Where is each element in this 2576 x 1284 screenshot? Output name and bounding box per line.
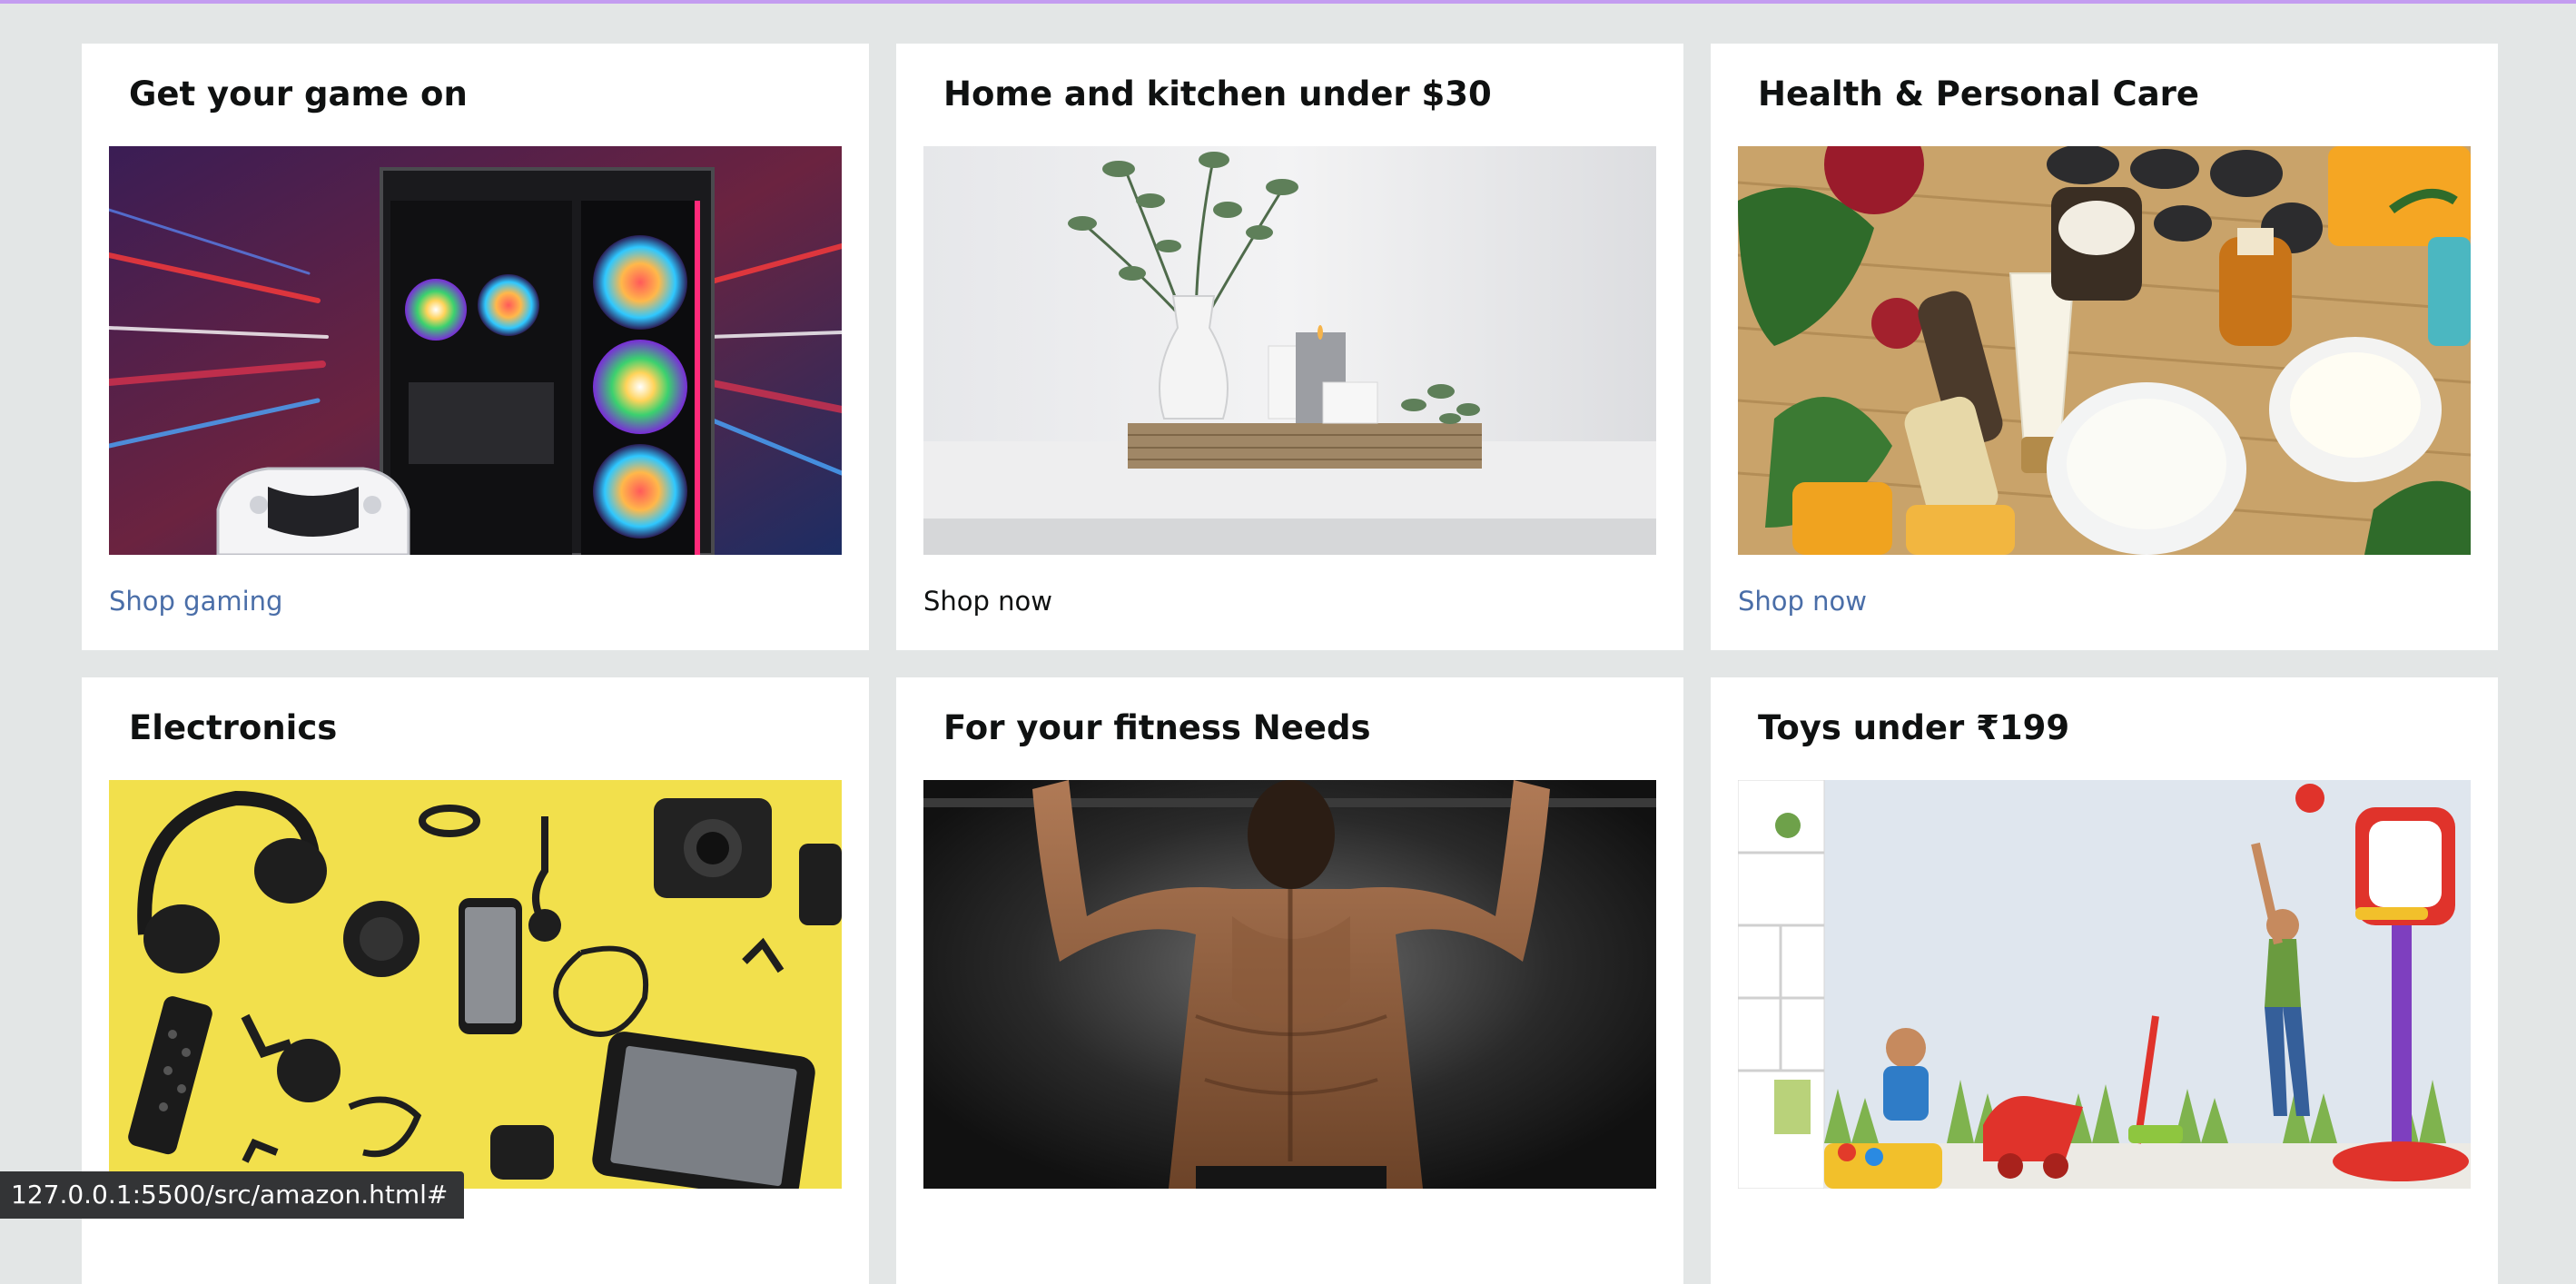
card-gaming: Get your game on Shop gaming: [82, 44, 869, 650]
card-grid: Get your game on Shop gaming Home and ki…: [82, 44, 2498, 1284]
card-fitness: For your fitness Needs: [896, 677, 1683, 1284]
electronics-image[interactable]: [109, 780, 842, 1189]
card-title: Electronics: [129, 708, 338, 747]
card-title: Toys under ₹199: [1758, 708, 2070, 747]
card-title: Health & Personal Care: [1758, 74, 2200, 114]
gaming-pc-image[interactable]: [109, 146, 842, 555]
card-title: Home and kitchen under $30: [943, 74, 1492, 114]
shop-now-link[interactable]: Shop now: [923, 583, 1052, 619]
top-accent-line: [0, 0, 2576, 4]
home-kitchen-image[interactable]: [923, 146, 1656, 555]
browser-status-url: 127.0.0.1:5500/src/amazon.html#: [0, 1171, 465, 1219]
card-toys: Toys under ₹199: [1711, 677, 2498, 1284]
card-title: Get your game on: [129, 74, 468, 114]
toys-image[interactable]: [1738, 780, 2471, 1189]
card-health-personal-care: Health & Personal Care Shop now: [1711, 44, 2498, 650]
fitness-image[interactable]: [923, 780, 1656, 1189]
shop-now-link[interactable]: Shop now: [1738, 583, 1867, 619]
shop-gaming-link[interactable]: Shop gaming: [109, 583, 282, 619]
card-home-kitchen: Home and kitchen under $30 Shop now: [896, 44, 1683, 650]
card-title: For your fitness Needs: [943, 708, 1371, 747]
health-care-image[interactable]: [1738, 146, 2471, 555]
